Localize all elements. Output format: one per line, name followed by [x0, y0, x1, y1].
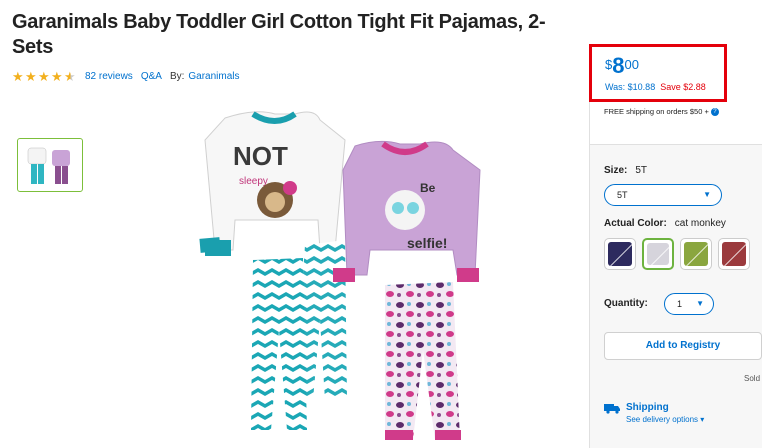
truck-icon — [604, 404, 620, 414]
half-star-icon: ★ — [64, 69, 76, 84]
product-thumbnail[interactable] — [17, 138, 83, 192]
help-icon[interactable]: ? — [710, 107, 719, 116]
svg-text:selfie!: selfie! — [407, 235, 447, 251]
price-comparison: Was: $10.88 Save $2.88 — [605, 82, 724, 92]
delivery-options-link[interactable]: See delivery options ▾ — [626, 415, 704, 424]
svg-text:NOT: NOT — [233, 141, 288, 171]
color-swatch-cat-monkey[interactable] — [642, 238, 674, 270]
qa-link[interactable]: Q&A — [141, 71, 162, 82]
star-icon: ★ — [25, 69, 37, 84]
product-title: Garanimals Baby Toddler Girl Cotton Tigh… — [12, 11, 546, 58]
by-label: By: — [169, 71, 185, 82]
star-icon: ★ — [12, 69, 24, 84]
savings-amount: Save $2.88 — [660, 82, 706, 92]
star-icon: ★ — [38, 69, 50, 84]
size-value: 5T — [635, 165, 648, 176]
was-price: Was: $10.88 — [605, 82, 656, 92]
star-icon: ★ — [51, 69, 63, 84]
free-shipping-note: FREE shipping on orders $50 + ? — [604, 107, 719, 116]
svg-text:sleepy: sleepy — [239, 176, 268, 187]
color-swatches — [604, 238, 756, 270]
quantity-label: Quantity: — [604, 298, 648, 309]
color-label-row: Actual Color: cat monkey — [604, 218, 726, 229]
color-swatch-green[interactable] — [680, 238, 712, 270]
chevron-down-icon: ▼ — [703, 190, 711, 199]
shipping-section: Shipping See delivery options ▾ — [604, 402, 704, 424]
color-swatch-red[interactable] — [718, 238, 750, 270]
size-dropdown[interactable]: 5T ▼ — [604, 184, 722, 206]
add-to-registry-button[interactable]: Add to Registry — [604, 332, 762, 360]
quantity-dropdown[interactable]: 1 ▼ — [664, 293, 714, 315]
svg-text:Be: Be — [420, 181, 436, 195]
current-price: $ 8 00 — [605, 53, 639, 78]
chevron-down-icon: ▼ — [696, 299, 704, 308]
size-label-row: Size: 5T — [604, 165, 648, 176]
shipping-heading: Shipping — [626, 402, 669, 413]
brand-link[interactable]: Garanimals — [188, 71, 239, 82]
product-main-image[interactable]: NOT sleepy Be selfie! — [195, 100, 485, 448]
chevron-down-icon: ▾ — [700, 415, 705, 424]
star-rating[interactable]: ★ ★ ★ ★ ★ — [12, 70, 77, 83]
reviews-link[interactable]: 82 reviews — [85, 71, 133, 82]
rating-row: ★ ★ ★ ★ ★ 82 reviews Q&A By: Garanimals — [12, 70, 248, 83]
pajamas-thumbnail-image — [27, 147, 70, 184]
color-swatch-navy[interactable] — [604, 238, 636, 270]
color-value: cat monkey — [674, 218, 726, 229]
price-box: $ 8 00 Was: $10.88 Save $2.88 — [589, 44, 727, 102]
sold-by-label: Sold — [744, 374, 761, 383]
